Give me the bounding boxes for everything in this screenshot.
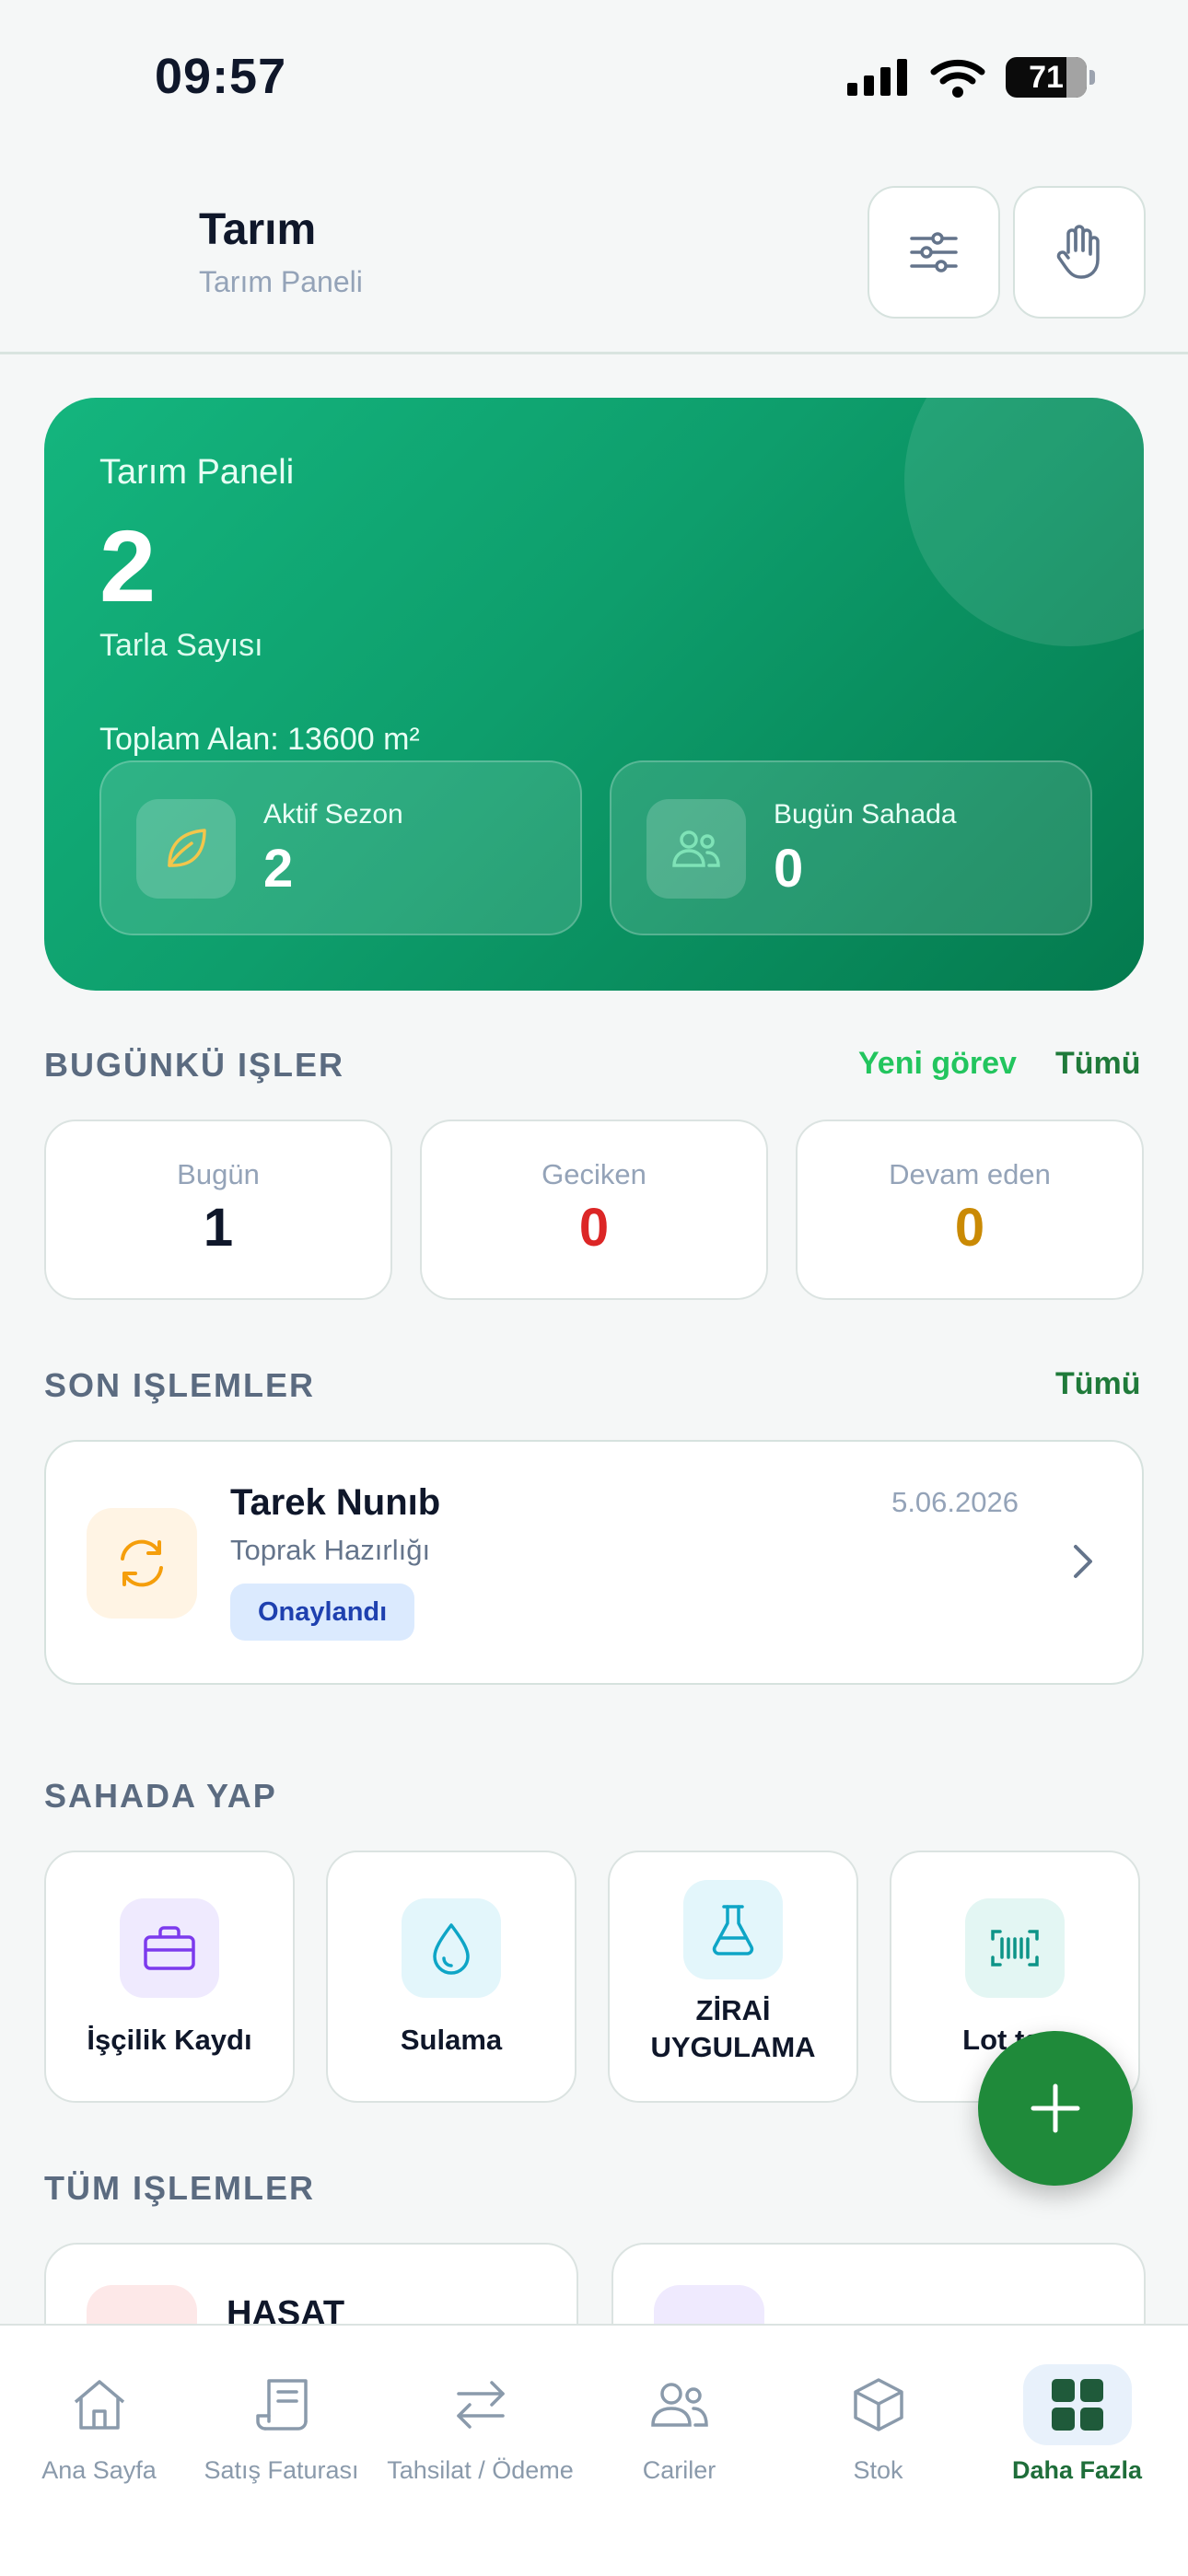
status-badge: Onaylandı [230,1584,415,1641]
agricultural-application-button[interactable]: ZİRAİ UYGULAMA [608,1851,858,2103]
today-tile-label: Bugün [177,1158,260,1190]
nav-collection-payment-label: Tahsilat / Ödeme [387,2456,574,2484]
signal-icon [847,59,907,96]
flask-icon [712,1905,754,1955]
nav-collection-payment[interactable]: Tahsilat / Ödeme [381,2362,579,2485]
today-all-link[interactable]: Tümü [1055,1046,1141,1082]
agricultural-application-label: ZİRAİ UYGULAMA [650,1994,816,2063]
nav-home[interactable]: Ana Sayfa [0,2362,198,2485]
nav-stock[interactable]: Stok [779,2362,977,2485]
receipt-icon [255,2379,308,2431]
recent-item-date: 5.06.2026 [891,1486,1019,1518]
nav-accounts-label: Cariler [642,2456,716,2484]
add-button[interactable] [978,2031,1133,2186]
overdue-tile-value: 0 [578,1198,610,1258]
battery-level: 71 [1029,59,1064,95]
active-season-stat: Aktif Sezon 2 [99,760,582,935]
nav-stock-label: Stok [853,2456,903,2484]
grid-icon [1051,2379,1103,2431]
users-icon [672,830,720,867]
labor-record-button[interactable]: İşçilik Kaydı [44,1851,295,2103]
overdue-tile[interactable]: Geciken 0 [420,1120,768,1300]
status-time: 09:57 [155,49,287,104]
overdue-tile-label: Geciken [542,1158,646,1190]
labor-record-label: İşçilik Kaydı [87,2024,252,2056]
chevron-right-icon [1074,1545,1092,1578]
active-season-value: 2 [263,839,294,899]
total-area: Toplam Alan: 13600 m² [99,722,420,757]
page-title: Tarım [199,205,317,254]
summary-card: Tarım Paneli 2 Tarla Sayısı Toplam Alan:… [44,398,1144,991]
summary-label: Tarım Paneli [99,453,295,492]
in-progress-tile-label: Devam eden [889,1158,1051,1190]
briefcase-icon [144,1926,195,1970]
today-tile-value: 1 [203,1198,234,1258]
plus-icon [1031,2083,1080,2133]
recent-all-link[interactable]: Tümü [1055,1366,1141,1402]
on-field-today-stat: Bugün Sahada 0 [610,760,1092,935]
sliders-icon [910,232,958,273]
all-transactions-heading: TÜM IŞLEMLER [44,2169,315,2207]
on-field-today-label: Bugün Sahada [774,799,957,830]
on-field-today-value: 0 [774,839,804,899]
today-heading: BUGÜNKÜ IŞLER [44,1046,345,1084]
refresh-icon [121,1539,163,1587]
hand-icon [1056,225,1100,279]
active-season-label: Aktif Sezon [263,799,403,830]
battery-indicator: 71 [1006,57,1095,98]
filter-button[interactable] [868,186,1000,319]
today-tile[interactable]: Bugün 1 [44,1120,392,1300]
page-subtitle: Tarım Paneli [199,265,363,298]
nav-sales-invoice[interactable]: Satış Faturası [182,2362,380,2485]
barcode-icon [991,1930,1039,1967]
home-icon [74,2380,124,2430]
bottom-nav: Ana Sayfa Satış Faturası Tahsilat / Ödem… [0,2324,1188,2576]
nav-more-label: Daha Fazla [1011,2456,1143,2484]
irrigation-button[interactable]: Sulama [326,1851,577,2103]
field-count: 2 [99,510,157,623]
leaf-icon [168,829,206,867]
irrigation-label: Sulama [400,2024,503,2056]
in-progress-tile[interactable]: Devam eden 0 [796,1120,1144,1300]
nav-home-label: Ana Sayfa [41,2456,157,2484]
new-task-link[interactable]: Yeni görev [858,1046,1017,1082]
wifi-icon [930,59,985,98]
transfer-icon [456,2381,505,2429]
users-icon [650,2383,708,2427]
status-icons: 71 [847,57,1095,98]
nav-accounts[interactable]: Cariler [580,2362,778,2485]
nav-more[interactable]: Daha Fazla [978,2362,1176,2485]
nav-sales-invoice-label: Satış Faturası [204,2456,359,2484]
cube-icon [853,2378,903,2431]
in-progress-tile-value: 0 [954,1198,985,1258]
recent-item-description: Toprak Hazırlığı [230,1534,431,1566]
hand-button[interactable] [1013,186,1146,319]
recent-item-name: Tarek Nunıb [230,1482,441,1523]
field-actions-heading: SAHADA YAP [44,1777,277,1815]
recent-heading: SON IŞLEMLER [44,1366,316,1404]
header-divider [0,352,1188,354]
recent-item[interactable]: Tarek Nunıb 5.06.2026 Toprak Hazırlığı O… [44,1440,1144,1685]
water-drop-icon [433,1923,470,1975]
field-count-label: Tarla Sayısı [99,628,263,663]
